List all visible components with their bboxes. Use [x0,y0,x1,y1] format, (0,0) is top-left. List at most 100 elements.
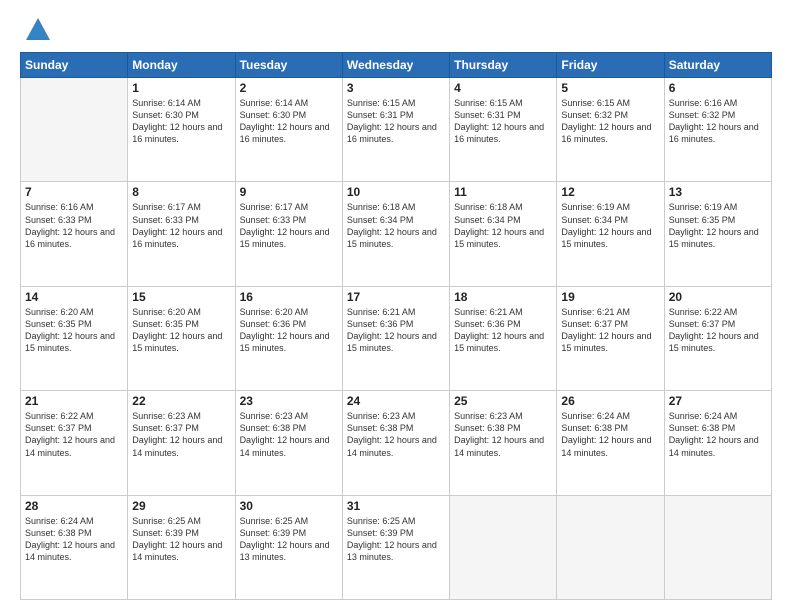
day-info: Sunrise: 6:18 AMSunset: 6:34 PMDaylight:… [347,201,445,250]
day-info: Sunrise: 6:21 AMSunset: 6:36 PMDaylight:… [454,306,552,355]
day-info: Sunrise: 6:24 AMSunset: 6:38 PMDaylight:… [561,410,659,459]
day-info: Sunrise: 6:23 AMSunset: 6:38 PMDaylight:… [347,410,445,459]
logo [20,16,52,44]
calendar-cell: 13Sunrise: 6:19 AMSunset: 6:35 PMDayligh… [664,182,771,286]
calendar-week-row: 28 Sunrise: 6:24 AMSunset: 6:38 PMDayligh… [21,495,772,599]
calendar-cell: 21 Sunrise: 6:22 AMSunset: 6:37 PMDayligh… [21,391,128,495]
calendar-cell: 19 Sunrise: 6:21 AMSunset: 6:37 PMDayligh… [557,286,664,390]
day-number: 28 [25,499,123,513]
calendar-cell: 29Sunrise: 6:25 AMSunset: 6:39 PMDayligh… [128,495,235,599]
calendar-cell: 16Sunrise: 6:20 AMSunset: 6:36 PMDayligh… [235,286,342,390]
calendar-cell: 26 Sunrise: 6:24 AMSunset: 6:38 PMDayligh… [557,391,664,495]
day-number: 21 [25,394,123,408]
day-number: 24 [347,394,445,408]
calendar-cell: 23 Sunrise: 6:23 AMSunset: 6:38 PMDayligh… [235,391,342,495]
day-info: Sunrise: 6:20 AMSunset: 6:35 PMDaylight:… [25,306,123,355]
calendar-cell: 22Sunrise: 6:23 AMSunset: 6:37 PMDayligh… [128,391,235,495]
day-info: Sunrise: 6:22 AMSunset: 6:37 PMDaylight:… [669,306,767,355]
calendar-cell [557,495,664,599]
day-info: Sunrise: 6:20 AMSunset: 6:36 PMDaylight:… [240,306,338,355]
day-info: Sunrise: 6:19 AMSunset: 6:34 PMDaylight:… [561,201,659,250]
calendar-week-row: 1 Sunrise: 6:14 AMSunset: 6:30 PMDaylight… [21,78,772,182]
header [20,16,772,44]
day-info: Sunrise: 6:23 AMSunset: 6:38 PMDaylight:… [240,410,338,459]
day-number: 10 [347,185,445,199]
day-info: Sunrise: 6:21 AMSunset: 6:36 PMDaylight:… [347,306,445,355]
day-header-monday: Monday [128,53,235,78]
day-info: Sunrise: 6:24 AMSunset: 6:38 PMDaylight:… [25,515,123,564]
day-header-saturday: Saturday [664,53,771,78]
day-header-sunday: Sunday [21,53,128,78]
day-number: 15 [132,290,230,304]
day-info: Sunrise: 6:15 AMSunset: 6:32 PMDaylight:… [561,97,659,146]
calendar-week-row: 7Sunrise: 6:16 AMSunset: 6:33 PMDaylight… [21,182,772,286]
day-number: 23 [240,394,338,408]
day-info: Sunrise: 6:17 AMSunset: 6:33 PMDaylight:… [240,201,338,250]
day-info: Sunrise: 6:24 AMSunset: 6:38 PMDaylight:… [669,410,767,459]
day-number: 6 [669,81,767,95]
day-info: Sunrise: 6:20 AMSunset: 6:35 PMDaylight:… [132,306,230,355]
calendar-cell: 3Sunrise: 6:15 AMSunset: 6:31 PMDaylight… [342,78,449,182]
calendar-cell: 20 Sunrise: 6:22 AMSunset: 6:37 PMDayligh… [664,286,771,390]
calendar-cell: 12Sunrise: 6:19 AMSunset: 6:34 PMDayligh… [557,182,664,286]
calendar-cell: 27Sunrise: 6:24 AMSunset: 6:38 PMDayligh… [664,391,771,495]
calendar-cell: 14 Sunrise: 6:20 AMSunset: 6:35 PMDayligh… [21,286,128,390]
day-number: 17 [347,290,445,304]
calendar-cell [21,78,128,182]
calendar-cell: 1 Sunrise: 6:14 AMSunset: 6:30 PMDaylight… [128,78,235,182]
day-info: Sunrise: 6:14 AMSunset: 6:30 PMDaylight:… [240,97,338,146]
day-number: 1 [132,81,230,95]
day-number: 4 [454,81,552,95]
day-number: 25 [454,394,552,408]
calendar-week-row: 21 Sunrise: 6:22 AMSunset: 6:37 PMDayligh… [21,391,772,495]
day-info: Sunrise: 6:17 AMSunset: 6:33 PMDaylight:… [132,201,230,250]
day-number: 20 [669,290,767,304]
day-info: Sunrise: 6:22 AMSunset: 6:37 PMDaylight:… [25,410,123,459]
day-info: Sunrise: 6:15 AMSunset: 6:31 PMDaylight:… [347,97,445,146]
calendar-cell: 28 Sunrise: 6:24 AMSunset: 6:38 PMDayligh… [21,495,128,599]
day-header-friday: Friday [557,53,664,78]
day-number: 26 [561,394,659,408]
calendar-cell: 5 Sunrise: 6:15 AMSunset: 6:32 PMDaylight… [557,78,664,182]
calendar-cell: 10 Sunrise: 6:18 AMSunset: 6:34 PMDayligh… [342,182,449,286]
day-number: 18 [454,290,552,304]
day-number: 30 [240,499,338,513]
day-header-tuesday: Tuesday [235,53,342,78]
calendar-cell: 25 Sunrise: 6:23 AMSunset: 6:38 PMDayligh… [450,391,557,495]
day-info: Sunrise: 6:16 AMSunset: 6:32 PMDaylight:… [669,97,767,146]
day-number: 8 [132,185,230,199]
calendar-cell: 6 Sunrise: 6:16 AMSunset: 6:32 PMDaylight… [664,78,771,182]
day-number: 2 [240,81,338,95]
calendar-header-row: SundayMondayTuesdayWednesdayThursdayFrid… [21,53,772,78]
day-info: Sunrise: 6:14 AMSunset: 6:30 PMDaylight:… [132,97,230,146]
calendar-cell: 9 Sunrise: 6:17 AMSunset: 6:33 PMDaylight… [235,182,342,286]
calendar-cell [664,495,771,599]
day-info: Sunrise: 6:15 AMSunset: 6:31 PMDaylight:… [454,97,552,146]
day-number: 19 [561,290,659,304]
day-info: Sunrise: 6:25 AMSunset: 6:39 PMDaylight:… [240,515,338,564]
calendar-cell: 30 Sunrise: 6:25 AMSunset: 6:39 PMDayligh… [235,495,342,599]
day-info: Sunrise: 6:23 AMSunset: 6:38 PMDaylight:… [454,410,552,459]
day-number: 14 [25,290,123,304]
day-info: Sunrise: 6:23 AMSunset: 6:37 PMDaylight:… [132,410,230,459]
day-number: 9 [240,185,338,199]
calendar-cell: 4 Sunrise: 6:15 AMSunset: 6:31 PMDaylight… [450,78,557,182]
calendar-cell: 31 Sunrise: 6:25 AMSunset: 6:39 PMDayligh… [342,495,449,599]
page: SundayMondayTuesdayWednesdayThursdayFrid… [0,0,792,612]
calendar-table: SundayMondayTuesdayWednesdayThursdayFrid… [20,52,772,600]
calendar-cell: 24 Sunrise: 6:23 AMSunset: 6:38 PMDayligh… [342,391,449,495]
calendar-cell: 11Sunrise: 6:18 AMSunset: 6:34 PMDayligh… [450,182,557,286]
day-number: 5 [561,81,659,95]
calendar-cell: 7Sunrise: 6:16 AMSunset: 6:33 PMDaylight… [21,182,128,286]
calendar-cell: 2 Sunrise: 6:14 AMSunset: 6:30 PMDaylight… [235,78,342,182]
day-info: Sunrise: 6:16 AMSunset: 6:33 PMDaylight:… [25,201,123,250]
day-header-thursday: Thursday [450,53,557,78]
day-info: Sunrise: 6:21 AMSunset: 6:37 PMDaylight:… [561,306,659,355]
day-info: Sunrise: 6:25 AMSunset: 6:39 PMDaylight:… [347,515,445,564]
calendar-cell: 8 Sunrise: 6:17 AMSunset: 6:33 PMDaylight… [128,182,235,286]
logo-icon [24,16,52,44]
day-number: 31 [347,499,445,513]
calendar-cell [450,495,557,599]
day-info: Sunrise: 6:19 AMSunset: 6:35 PMDaylight:… [669,201,767,250]
calendar-cell: 18 Sunrise: 6:21 AMSunset: 6:36 PMDayligh… [450,286,557,390]
